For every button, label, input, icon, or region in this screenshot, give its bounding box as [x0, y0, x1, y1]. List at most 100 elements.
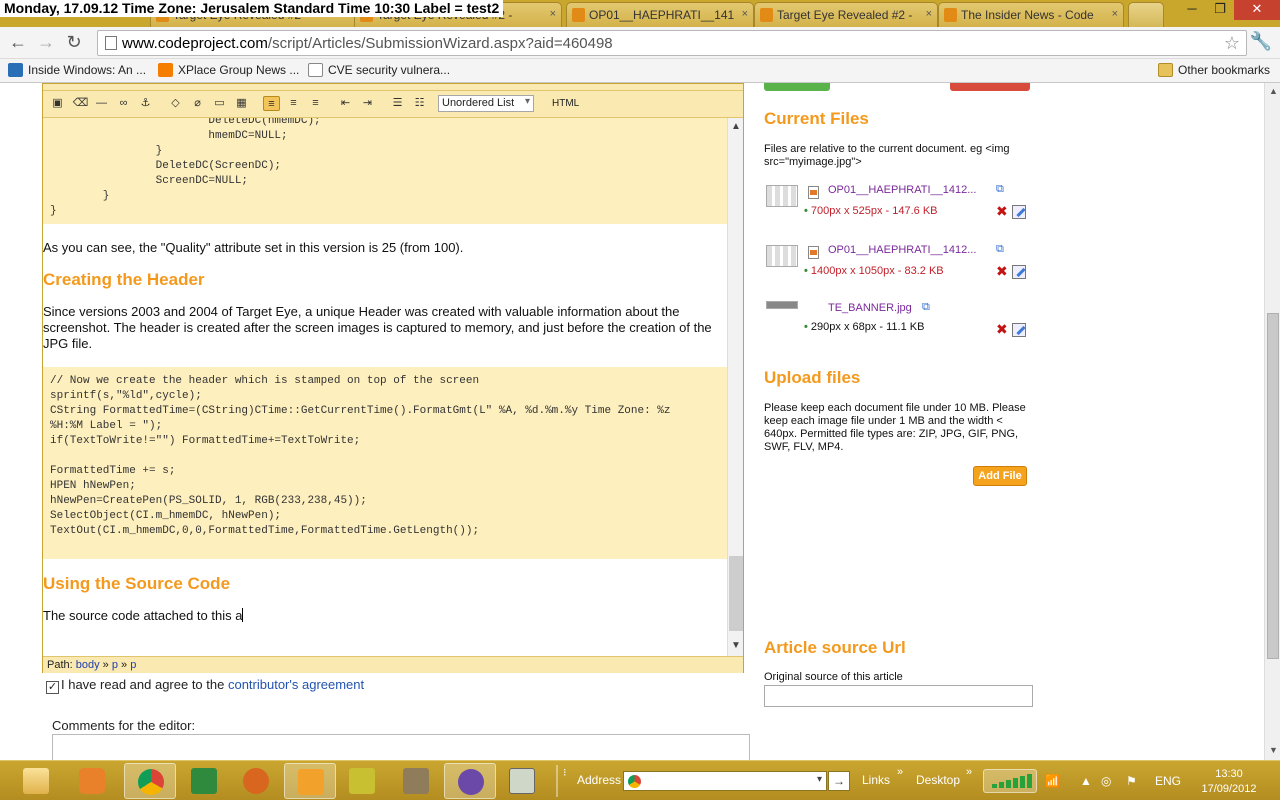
taskbar-app-infinity[interactable] — [230, 763, 282, 799]
table-icon[interactable]: ▦ — [233, 96, 250, 111]
network-signal-icon[interactable] — [983, 769, 1037, 793]
align-right-icon[interactable]: ≡ — [307, 96, 324, 111]
wifi-icon[interactable]: 📶 — [1045, 774, 1060, 788]
action-center-icon[interactable]: ⚑ — [1126, 774, 1137, 788]
forward-arrow-icon[interactable]: → — [34, 31, 58, 55]
outdent-icon[interactable]: ⇤ — [337, 96, 354, 111]
unordered-list-icon[interactable]: ☷ — [411, 96, 428, 111]
contributor-agreement-link[interactable]: contributor's agreement — [228, 677, 364, 692]
delete-icon[interactable]: ✖ — [996, 264, 1008, 278]
file-thumbnail[interactable] — [766, 301, 798, 309]
taskbar-mail[interactable] — [336, 763, 388, 799]
language-indicator[interactable]: ENG — [1155, 774, 1181, 788]
tab-insider-news[interactable]: The Insider News - Code × — [938, 2, 1124, 27]
links-toolbar-label[interactable]: Links — [862, 773, 890, 787]
editor-scroll-thumb[interactable] — [729, 556, 743, 631]
address-url[interactable]: www.codeproject.com/script/Articles/Subm… — [122, 35, 613, 52]
comments-textarea[interactable] — [52, 734, 750, 760]
path-item-p[interactable]: p — [130, 659, 136, 671]
minimize-button[interactable]: ─ — [1178, 0, 1206, 20]
file-name-link[interactable]: OP01__HAEPHRATI__1412... — [828, 244, 976, 256]
show-hidden-icons-icon[interactable]: ▲ — [1080, 774, 1092, 788]
taskbar-explorer[interactable] — [10, 763, 62, 799]
ordered-list-icon[interactable]: ☰ — [389, 96, 406, 111]
globe-icon[interactable]: ◎ — [1101, 774, 1111, 788]
special-char-icon[interactable]: ⌫ — [72, 96, 89, 111]
chevron-icon[interactable]: ⁝ — [563, 766, 567, 779]
indent-icon[interactable]: ⇥ — [359, 96, 376, 111]
editor-scrollbar[interactable]: ▲ ▼ — [727, 118, 743, 656]
delete-icon[interactable]: ✖ — [996, 204, 1008, 218]
taskbar-project[interactable] — [178, 763, 230, 799]
bookmark-star-icon[interactable]: ☆ — [1224, 33, 1240, 54]
tab-op01-haephrati[interactable]: OP01__HAEPHRATI__141 × — [566, 2, 754, 27]
close-tab-icon[interactable]: × — [742, 8, 748, 20]
desktop-toolbar-label[interactable]: Desktop — [916, 773, 960, 787]
taskbar-monitor[interactable] — [496, 763, 548, 799]
file-thumbnail[interactable] — [766, 185, 798, 207]
edit-icon[interactable] — [1012, 205, 1026, 219]
external-link-icon[interactable]: ⧉ — [922, 301, 930, 314]
align-center-icon[interactable]: ≡ — [285, 96, 302, 111]
list-style-select[interactable]: Unordered List ▾ — [438, 95, 534, 112]
taskbar-visual-studio[interactable] — [444, 763, 496, 799]
bookmark-xplace[interactable]: XPlace Group News ... — [158, 63, 299, 77]
file-thumbnail[interactable] — [766, 245, 798, 267]
bookmark-inside-windows[interactable]: Inside Windows: An ... — [8, 63, 146, 77]
close-tab-icon[interactable]: × — [550, 8, 556, 20]
edit-icon[interactable] — [1012, 265, 1026, 279]
path-item-body[interactable]: body — [76, 659, 100, 671]
path-item-p[interactable]: p — [112, 659, 118, 671]
red-action-button[interactable] — [950, 83, 1030, 91]
scroll-up-icon[interactable]: ▲ — [731, 121, 741, 132]
tab-target-eye-revealed-3[interactable]: Target Eye Revealed #2 - × — [754, 2, 938, 27]
taskbar-address-input[interactable]: ▾ — [623, 771, 827, 791]
add-file-button[interactable]: Add File — [973, 466, 1027, 486]
scroll-up-icon[interactable]: ▲ — [1269, 86, 1278, 96]
back-arrow-icon[interactable]: ← — [6, 31, 30, 55]
other-bookmarks[interactable]: Other bookmarks — [1158, 63, 1270, 77]
reload-icon[interactable]: ↻ — [62, 31, 86, 55]
close-tab-icon[interactable]: × — [1112, 8, 1118, 20]
file-name-link[interactable]: TE_BANNER.jpg — [828, 302, 912, 314]
file-name-link[interactable]: OP01__HAEPHRATI__1412... — [828, 184, 976, 196]
box-icon[interactable]: ▭ — [211, 96, 228, 111]
taskbar-media-player[interactable] — [66, 763, 118, 799]
html-source-button[interactable]: HTML — [552, 98, 579, 109]
align-left-icon[interactable]: ≡ — [263, 96, 280, 111]
scroll-down-icon[interactable]: ▼ — [1269, 745, 1278, 755]
wrench-menu-icon[interactable]: 🔧 — [1250, 31, 1272, 52]
close-tab-icon[interactable]: × — [926, 8, 932, 20]
article-source-input[interactable] — [764, 685, 1033, 707]
link-icon[interactable]: ∞ — [115, 96, 132, 111]
external-link-icon[interactable]: ⧉ — [996, 183, 1004, 196]
anchor-icon[interactable]: ⚓ — [137, 96, 154, 111]
chevron-down-icon[interactable]: ▾ — [817, 774, 822, 785]
bookmark-cve[interactable]: CVE security vulnera... — [308, 63, 450, 77]
page-scroll-thumb[interactable] — [1267, 313, 1279, 659]
green-action-button[interactable] — [764, 83, 830, 91]
scroll-down-icon[interactable]: ▼ — [731, 640, 741, 651]
edit-icon[interactable] — [1012, 323, 1026, 337]
editor-body[interactable]: DeleteDC(hmemDC); hmemDC=NULL; } DeleteD… — [43, 118, 727, 656]
taskbar-outlook[interactable] — [284, 763, 336, 799]
horizontal-rule-icon[interactable]: — — [93, 96, 110, 111]
clean-icon[interactable]: ⌀ — [189, 96, 206, 111]
taskbar-books[interactable] — [390, 763, 442, 799]
new-tab-button[interactable] — [1128, 2, 1164, 27]
image-icon[interactable]: ▣ — [49, 96, 66, 111]
close-window-button[interactable]: ✕ — [1234, 0, 1280, 20]
delete-icon[interactable]: ✖ — [996, 322, 1008, 336]
external-link-icon[interactable]: ⧉ — [996, 243, 1004, 256]
page-scrollbar[interactable]: ▲ ▼ — [1264, 83, 1280, 760]
chevron-right-icon[interactable]: » — [966, 766, 972, 778]
taskbar-chrome[interactable] — [124, 763, 176, 799]
eraser-icon[interactable]: ◇ — [167, 96, 184, 111]
address-bar[interactable]: www.codeproject.com/script/Articles/Subm… — [97, 30, 1247, 56]
rich-text-editor[interactable]: ▣ ⌫ — ∞ ⚓ ◇ ⌀ ▭ ▦ ≡ ≡ ≡ ⇤ ⇥ ☰ ☷ Unordere… — [42, 83, 744, 673]
restore-button[interactable]: ❐ — [1206, 0, 1234, 20]
agreement-checkbox[interactable]: ✓ — [46, 681, 59, 694]
taskbar-go-button[interactable]: → — [828, 771, 850, 791]
system-clock[interactable]: 13:30 17/09/2012 — [1196, 767, 1262, 797]
chevron-right-icon[interactable]: » — [897, 766, 903, 778]
